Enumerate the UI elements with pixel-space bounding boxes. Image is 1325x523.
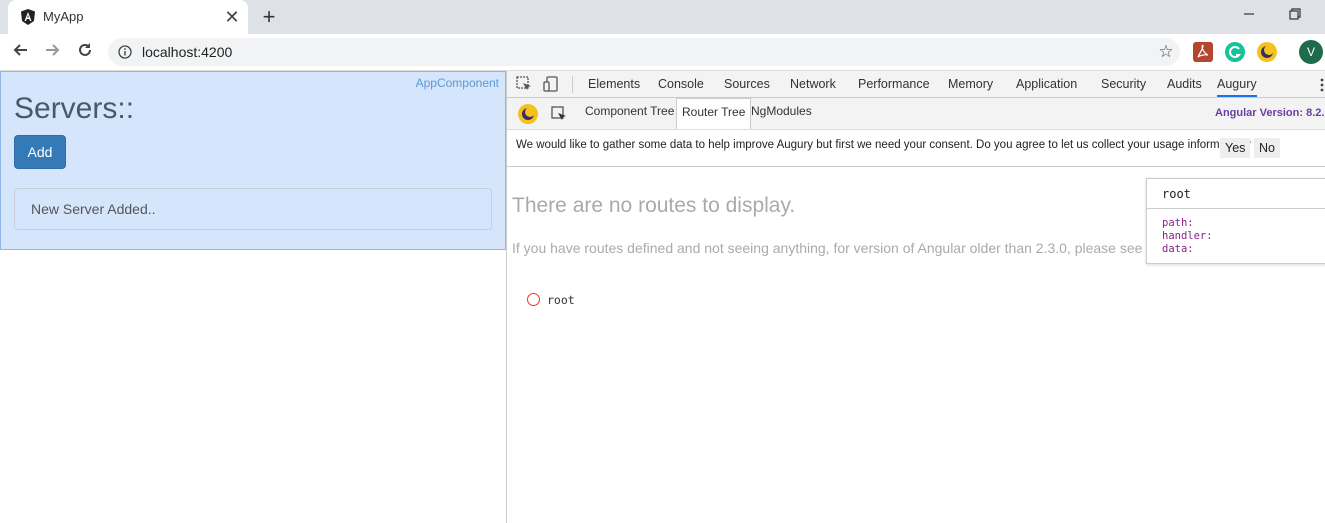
- route-detail-title: root: [1162, 187, 1191, 201]
- bookmark-star-icon[interactable]: ☆: [1156, 42, 1176, 62]
- grammarly-icon[interactable]: [1225, 42, 1245, 62]
- reload-button[interactable]: [73, 41, 97, 63]
- augury-icon[interactable]: [1257, 42, 1277, 62]
- url-text[interactable]: localhost:4200: [142, 44, 232, 60]
- tab-augury[interactable]: Augury: [1217, 77, 1257, 97]
- browser-tab-strip: MyApp ✕ +: [0, 0, 1325, 34]
- new-tab-button[interactable]: +: [258, 6, 280, 28]
- tab-application[interactable]: Application: [1016, 77, 1077, 91]
- address-bar[interactable]: localhost:4200 ☆: [108, 38, 1180, 66]
- forward-button[interactable]: [40, 41, 64, 63]
- devtools-panel: Elements Console Sources Network Perform…: [506, 71, 1325, 523]
- tab-component-tree[interactable]: Component Tree: [580, 98, 679, 129]
- tab-performance[interactable]: Performance: [858, 77, 930, 91]
- divider: [1147, 208, 1325, 209]
- divider: [572, 76, 573, 93]
- minimize-icon[interactable]: [1238, 5, 1260, 25]
- augury-logo-icon: [518, 104, 538, 124]
- app-component: AppComponent Servers:: Add New Server Ad…: [0, 71, 506, 250]
- restore-icon[interactable]: [1284, 5, 1306, 25]
- router-node-circle-icon[interactable]: [527, 293, 540, 306]
- tab-audits[interactable]: Audits: [1167, 77, 1202, 91]
- angular-icon: [21, 9, 35, 25]
- server-panel: New Server Added..: [14, 188, 492, 230]
- angular-version: Angular Version: 8.2.: [1215, 107, 1325, 119]
- route-key-handler: handler:: [1162, 230, 1213, 242]
- devtools-tab-bar: Elements Console Sources Network Perform…: [507, 71, 1325, 98]
- select-component-icon[interactable]: [550, 105, 568, 123]
- tab-title: MyApp: [43, 9, 84, 24]
- inspect-element-icon[interactable]: [515, 75, 533, 93]
- more-options-icon[interactable]: [1319, 76, 1325, 94]
- app-viewport: AppComponent Servers:: Add New Server Ad…: [0, 71, 506, 523]
- component-tag[interactable]: AppComponent: [416, 76, 499, 90]
- tab-security[interactable]: Security: [1101, 77, 1146, 91]
- router-node-label[interactable]: root: [547, 293, 575, 307]
- route-detail-panel: root path: handler: data:: [1146, 178, 1325, 264]
- add-button[interactable]: Add: [14, 135, 66, 169]
- tab-elements[interactable]: Elements: [588, 77, 640, 91]
- tab-router-tree[interactable]: Router Tree: [676, 98, 752, 129]
- avatar[interactable]: V: [1299, 40, 1323, 64]
- device-toolbar-icon[interactable]: [542, 75, 560, 93]
- consent-message: We would like to gather some data to hel…: [516, 139, 1251, 151]
- augury-toolbar: Component Tree Router Tree NgModules Ang…: [507, 98, 1325, 130]
- page-title: Servers::: [14, 92, 135, 125]
- info-icon[interactable]: [118, 45, 132, 59]
- consent-bar: We would like to gather some data to hel…: [507, 131, 1325, 167]
- tab-console[interactable]: Console: [658, 77, 704, 91]
- browser-toolbar: localhost:4200 ☆ V: [0, 34, 1325, 71]
- browser-tab[interactable]: MyApp ✕: [8, 0, 248, 34]
- tab-network[interactable]: Network: [790, 77, 836, 91]
- pdf-icon[interactable]: [1193, 42, 1213, 62]
- close-tab-icon[interactable]: ✕: [224, 8, 240, 26]
- tab-memory[interactable]: Memory: [948, 77, 993, 91]
- back-button[interactable]: [9, 41, 33, 63]
- tab-sources[interactable]: Sources: [724, 77, 770, 91]
- route-key-data: data:: [1162, 243, 1194, 255]
- consent-yes-button[interactable]: Yes: [1220, 138, 1251, 158]
- tab-ngmodules[interactable]: NgModules: [746, 98, 817, 129]
- server-message: New Server Added..: [31, 201, 156, 217]
- empty-routes-help: If you have routes defined and not seein…: [512, 240, 1152, 256]
- consent-no-button[interactable]: No: [1254, 138, 1280, 158]
- empty-routes-title: There are no routes to display.: [512, 194, 796, 217]
- route-key-path: path:: [1162, 217, 1194, 229]
